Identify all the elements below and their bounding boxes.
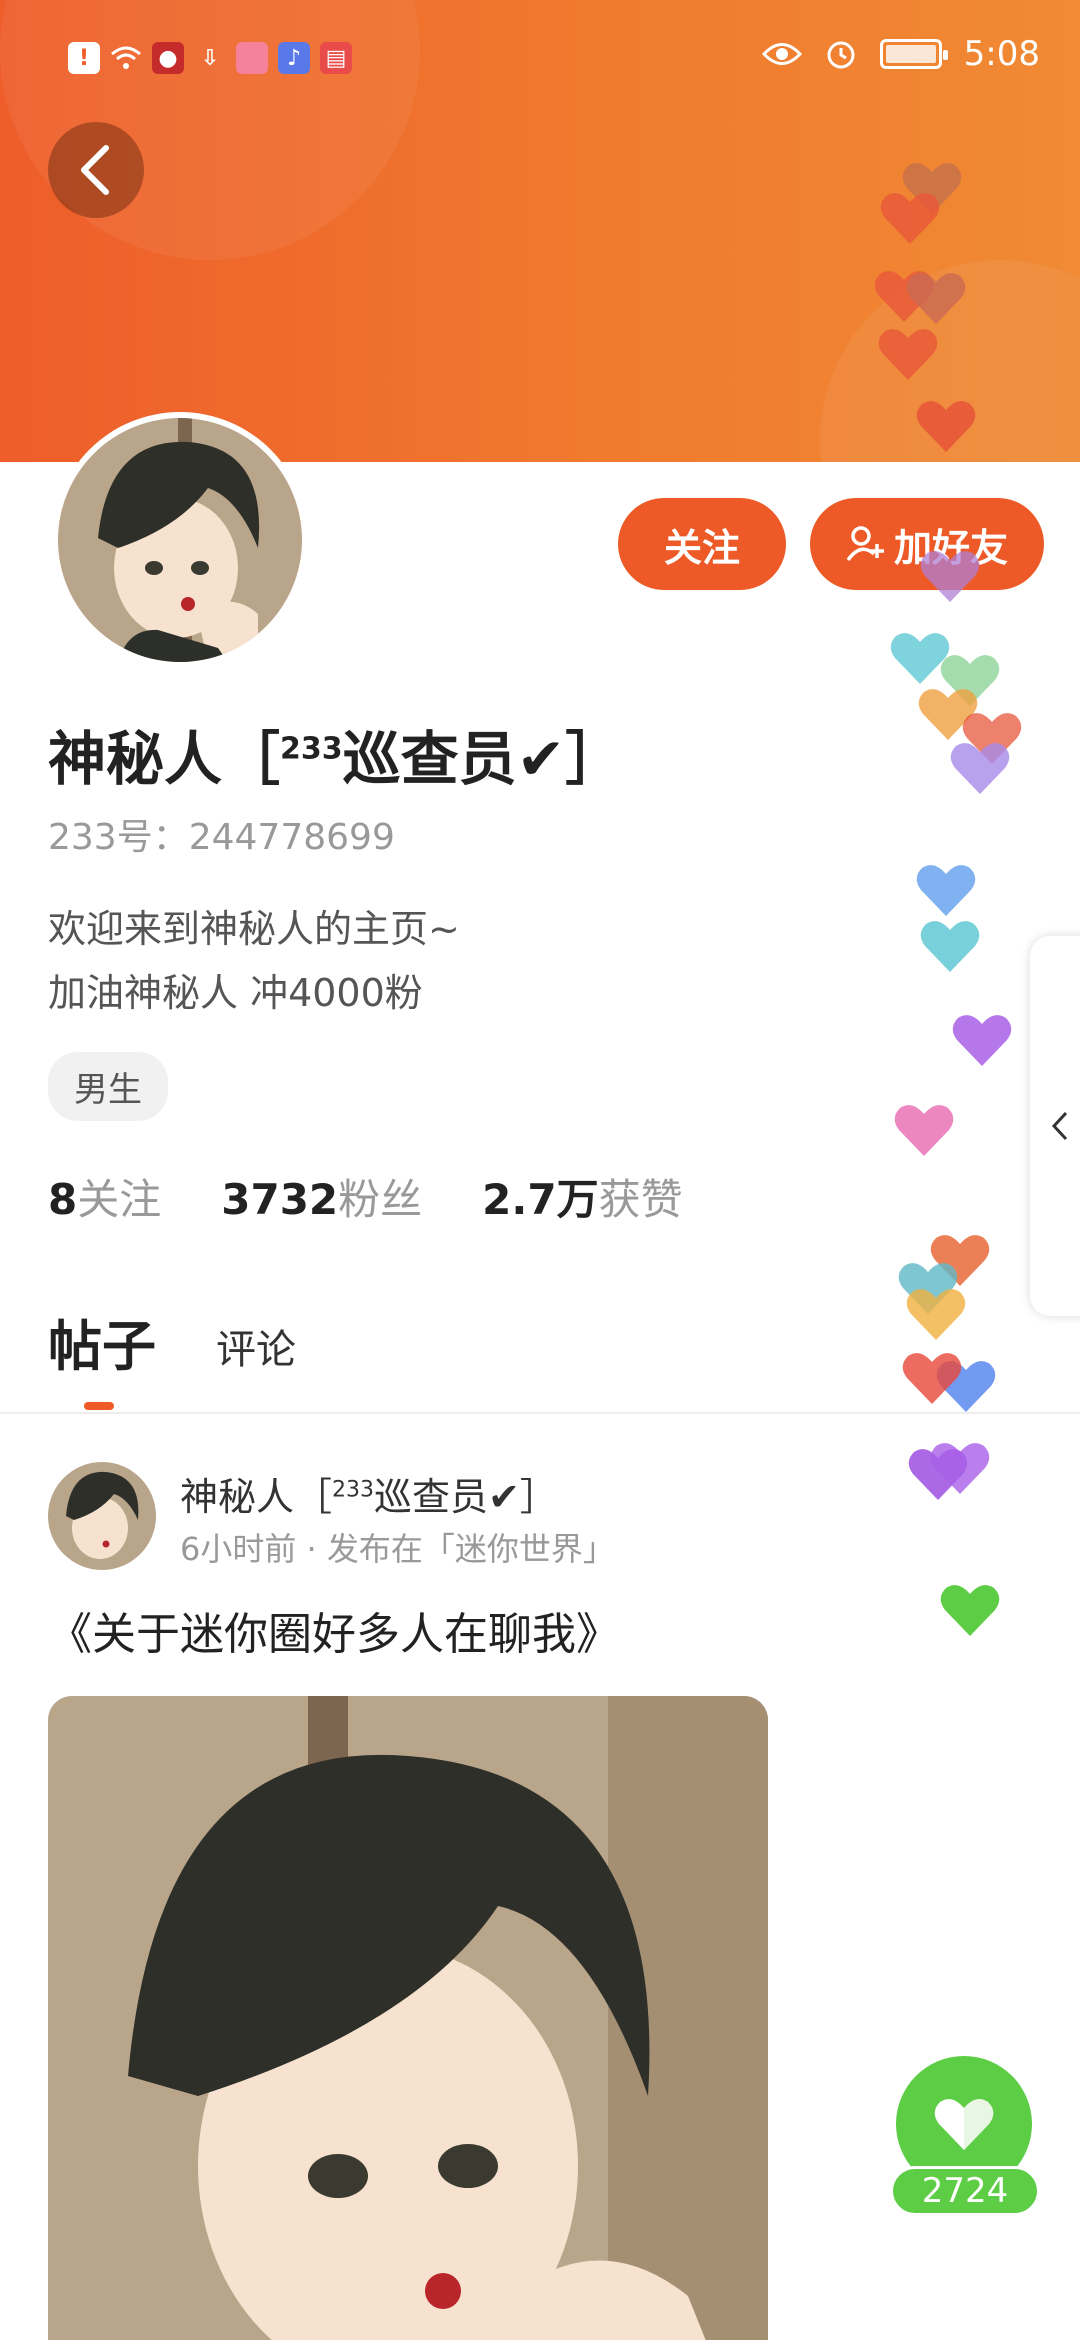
status-bar: ! ● ⇩ ♪ ▤ 5:08 <box>0 0 1080 120</box>
heart-icon <box>920 551 980 602</box>
tab-bar: 帖子 评论 <box>48 1302 296 1410</box>
music-icon: ♪ <box>278 42 310 74</box>
eye-icon <box>761 43 802 65</box>
notification-icons: ! ● ⇩ ♪ ▤ <box>68 42 352 74</box>
follow-label: 关注 <box>663 525 740 570</box>
alarm-icon <box>827 41 855 69</box>
heart-icon <box>878 329 938 380</box>
heart-icon <box>920 921 980 972</box>
stats-row: 8关注 3732粉丝 2.7万获赞 <box>48 1166 683 1227</box>
heart-icon <box>952 1015 1012 1066</box>
heart-icon <box>906 273 966 324</box>
heart-icon <box>916 865 976 916</box>
divider <box>0 1412 1080 1414</box>
system-icons: 5:08 <box>761 34 1040 74</box>
app-icon-1 <box>236 42 268 74</box>
heart-icon <box>894 1105 954 1156</box>
back-button[interactable] <box>48 122 144 218</box>
post-title[interactable]: 《关于迷你圈好多人在聊我》 <box>48 1598 620 1662</box>
follow-button[interactable]: 关注 <box>618 498 786 590</box>
post-author-avatar[interactable] <box>48 1462 156 1570</box>
heart-icon <box>950 743 1010 794</box>
tab-posts[interactable]: 帖子 <box>48 1302 156 1410</box>
post-author-name[interactable]: 神秘人［233巡查员✔］ <box>180 1466 558 1521</box>
tab-comments[interactable]: 评论 <box>216 1317 296 1381</box>
heart-icon <box>906 1289 966 1340</box>
chevron-left-icon <box>1051 1111 1068 1141</box>
mic-icon: ● <box>152 42 184 74</box>
like-count: 2724 <box>890 2166 1040 2216</box>
stat-fans[interactable]: 3732粉丝 <box>221 1166 422 1227</box>
book-icon: ▤ <box>320 42 352 74</box>
heart-icon <box>940 1585 1000 1636</box>
alert-icon: ! <box>68 42 100 74</box>
stat-following[interactable]: 8关注 <box>48 1166 161 1227</box>
profile-page: ! ● ⇩ ♪ ▤ 5:08 关注 加好友 神秘人［233巡查员✔］ 233号：… <box>0 0 1080 2340</box>
stat-likes[interactable]: 2.7万获赞 <box>482 1166 682 1227</box>
heart-icon <box>902 1353 962 1404</box>
bio-line-2: 加油神秘人 冲4000粉 <box>48 971 423 1015</box>
bio-line-1: 欢迎来到神秘人的主页~ <box>48 907 460 951</box>
heart-icon <box>916 401 976 452</box>
clock: 5:08 <box>963 34 1040 74</box>
post-meta: 6小时前 · 发布在「迷你世界」 <box>180 1530 615 1568</box>
gender-tag: 男生 <box>48 1052 168 1121</box>
wifi-icon <box>110 42 142 74</box>
add-user-icon <box>846 526 884 562</box>
profile-id: 233号：244778699 <box>48 817 395 858</box>
heart-icon <box>880 193 940 244</box>
heart-icon <box>930 1443 990 1494</box>
download-icon: ⇩ <box>200 45 220 71</box>
heart-icon <box>934 2099 994 2150</box>
profile-name: 神秘人［233巡查员✔］ <box>48 725 624 793</box>
battery-icon <box>879 39 948 69</box>
side-drawer-toggle[interactable] <box>1030 936 1080 1316</box>
post-image[interactable] <box>48 1696 768 2340</box>
back-icon <box>81 145 109 195</box>
profile-avatar[interactable] <box>52 412 308 668</box>
